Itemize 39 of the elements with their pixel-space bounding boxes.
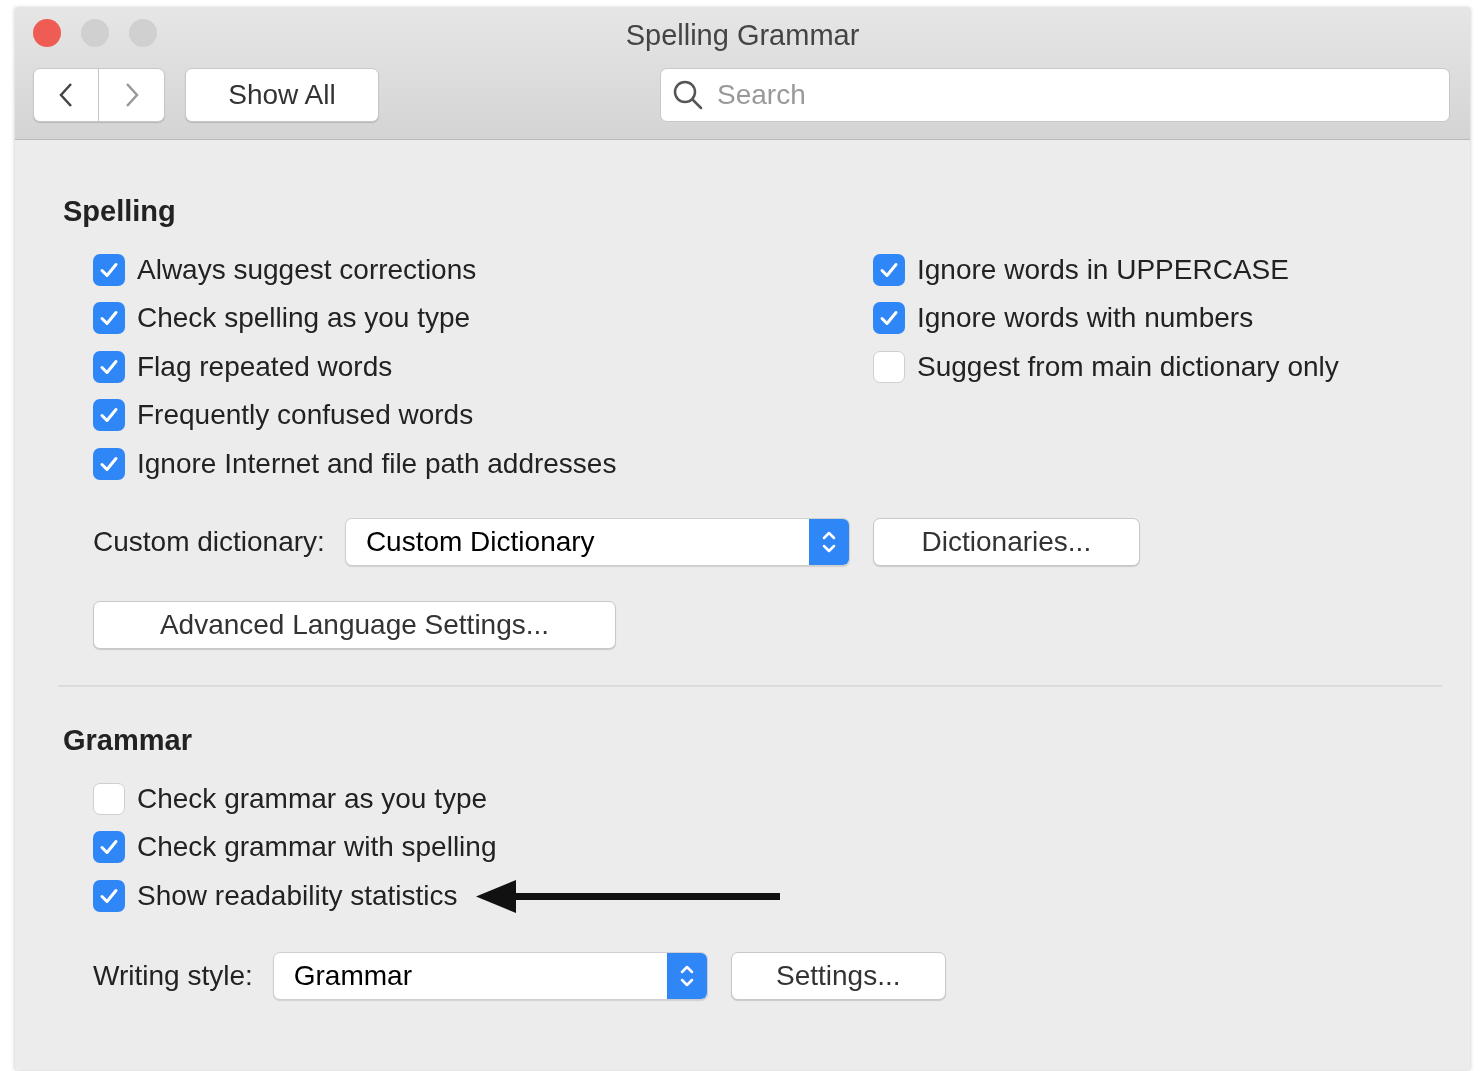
checkbox[interactable] xyxy=(873,350,905,383)
close-button[interactable] xyxy=(33,19,61,47)
checkbox[interactable] xyxy=(93,879,125,912)
checkbox[interactable] xyxy=(93,350,125,383)
checkbox[interactable] xyxy=(93,302,125,335)
chevron-right-icon xyxy=(123,81,140,109)
advanced-language-settings-button[interactable]: Advanced Language Settings... xyxy=(93,601,616,649)
back-button[interactable] xyxy=(33,68,99,122)
dropdown[interactable]: Grammar xyxy=(272,952,708,1000)
checkbox[interactable] xyxy=(93,831,125,864)
checkbox-label: Suggest from main dictionary only xyxy=(917,349,1339,384)
section-heading: Spelling xyxy=(63,194,177,229)
checkbox-label: Frequently confused words xyxy=(137,398,474,433)
search-field[interactable]: Search xyxy=(660,68,1450,122)
chevron-left-icon xyxy=(58,81,74,109)
search-icon xyxy=(672,79,704,111)
checkbox[interactable] xyxy=(93,253,125,286)
checkbox[interactable] xyxy=(93,782,125,815)
dictionaries-button[interactable]: Dictionaries... xyxy=(872,518,1140,566)
checkbox[interactable] xyxy=(93,447,125,480)
checkbox-label: Ignore words in UPPERCASE xyxy=(917,252,1289,287)
checkbox-label: Ignore Internet and file path addresses xyxy=(137,446,617,481)
checkbox-label: Ignore words with numbers xyxy=(917,301,1254,336)
window-title: Spelling Grammar xyxy=(625,18,860,53)
field-label: Custom dictionary: xyxy=(93,525,325,559)
field-label: Writing style: xyxy=(93,959,253,993)
checkbox[interactable] xyxy=(93,399,125,432)
dropdown[interactable]: Custom Dictionary xyxy=(344,518,850,566)
checkbox-label: Flag repeated words xyxy=(137,349,393,384)
checkbox[interactable] xyxy=(873,253,905,286)
checkbox-label: Check grammar as you type xyxy=(137,781,488,816)
checkbox-label: Check spelling as you type xyxy=(137,301,471,336)
checkbox-label: Always suggest corrections xyxy=(137,252,477,287)
section-heading: Grammar xyxy=(63,723,193,758)
settings-button[interactable]: Settings... xyxy=(730,952,946,1000)
show-all-button[interactable]: Show All xyxy=(185,68,379,122)
checkbox-label: Show readability statistics xyxy=(137,878,458,913)
checkbox-label: Check grammar with spelling xyxy=(137,830,497,865)
checkbox[interactable] xyxy=(873,302,905,335)
